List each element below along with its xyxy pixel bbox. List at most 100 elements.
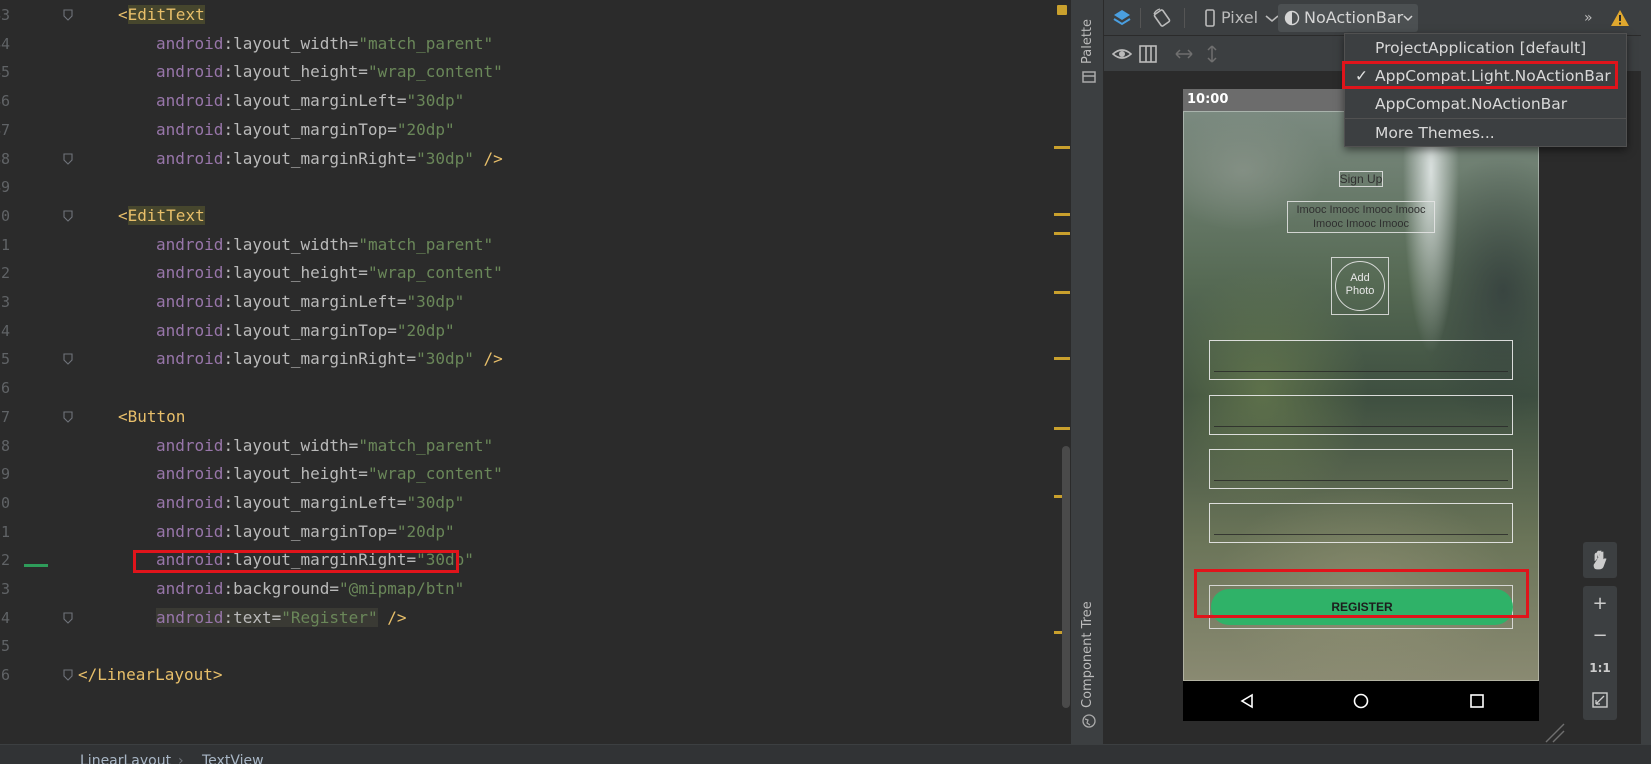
code-line[interactable]: 47 android:layout_marginTop="20dp": [0, 116, 1060, 145]
inspection-status-icon[interactable]: [1057, 5, 1067, 15]
code-line[interactable]: 45 android:layout_height="wrap_content": [0, 58, 1060, 87]
code-line[interactable]: 56: [0, 374, 1060, 403]
zoom-in-button[interactable]: +: [1583, 588, 1617, 620]
code-line[interactable]: 54 android:layout_marginTop="20dp": [0, 317, 1060, 346]
stripe-warning-mark[interactable]: [1054, 146, 1070, 149]
preview-edittext[interactable]: [1209, 503, 1513, 543]
code-token: =: [348, 33, 359, 53]
line-number: 56: [0, 379, 11, 398]
line-number: 62: [0, 551, 11, 570]
code-line[interactable]: 46 android:layout_marginLeft="30dp": [0, 87, 1060, 116]
editor-scrollbar[interactable]: [1062, 446, 1070, 708]
zoom-to-fit-icon[interactable]: [1592, 692, 1608, 708]
code-token: android: [156, 521, 224, 541]
warning-icon[interactable]: [1610, 8, 1630, 28]
fold-icon[interactable]: [62, 210, 74, 222]
fold-icon[interactable]: [62, 411, 74, 423]
fold-icon[interactable]: [62, 9, 74, 21]
stripe-warning-mark[interactable]: [1054, 357, 1070, 360]
code-token: android: [156, 292, 224, 311]
code-content: android:layout_marginTop="20dp": [156, 317, 455, 346]
code-token: "20dp": [396, 521, 455, 541]
code-token: :background: [223, 579, 330, 598]
code-line[interactable]: 63 android:background="@mipmap/btn": [0, 575, 1060, 604]
code-token: :layout_marginLeft: [223, 91, 397, 111]
theme-option-project-default[interactable]: ProjectApplication [default]: [1345, 34, 1626, 62]
code-token: />: [473, 148, 503, 168]
code-token: />: [377, 607, 407, 627]
code-line[interactable]: 52 android:layout_height="wrap_content": [0, 259, 1060, 288]
resize-handle-icon[interactable]: [1544, 722, 1566, 744]
breadcrumb-item-textview[interactable]: TextView: [202, 753, 264, 764]
code-line[interactable]: 53 android:layout_marginLeft="30dp": [0, 288, 1060, 317]
breadcrumb-item-linearlayout[interactable]: LinearLayout: [80, 753, 171, 764]
fold-icon[interactable]: [62, 669, 74, 681]
code-line[interactable]: 51 android:layout_width="match_parent": [0, 231, 1060, 260]
line-number: 49: [0, 178, 11, 197]
eye-icon[interactable]: [1112, 44, 1132, 64]
line-number: 50: [0, 206, 11, 225]
stripe-warning-mark[interactable]: [1054, 291, 1070, 294]
code-line[interactable]: 59 android:layout_height="wrap_content": [0, 460, 1060, 489]
theme-option-appcompat-light-noactionbar[interactable]: ✓ AppCompat.Light.NoActionBar: [1345, 62, 1626, 90]
code-line[interactable]: 48 android:layout_marginRight="30dp" />: [0, 145, 1060, 174]
line-number: 44: [0, 34, 11, 53]
code-line[interactable]: 44 android:layout_width="match_parent": [0, 30, 1060, 59]
line-number: 52: [0, 264, 11, 283]
code-token: "match_parent": [358, 234, 494, 254]
code-token: android: [156, 234, 224, 254]
code-line[interactable]: 49: [0, 173, 1060, 202]
resize-horizontal-icon[interactable]: [1174, 44, 1194, 64]
code-token: android: [156, 550, 224, 570]
code-editor[interactable]: 43<EditText44android:layout_width="match…: [0, 0, 1070, 744]
preview-description[interactable]: Imooc Imooc Imooc Imooc Imooc Imooc Imoo…: [1283, 203, 1439, 231]
nav-back-icon: [1240, 693, 1253, 709]
theme-option-appcompat-noactionbar[interactable]: AppCompat.NoActionBar: [1345, 90, 1626, 118]
code-line[interactable]: 62 android:layout_marginRight="30dp": [0, 546, 1060, 575]
preview-edittext[interactable]: [1209, 340, 1513, 380]
zoom-out-button[interactable]: −: [1583, 620, 1617, 652]
code-line[interactable]: 64 android:text="Register" />: [0, 604, 1060, 633]
code-line[interactable]: 43 <EditText: [0, 1, 1060, 30]
hand-icon[interactable]: [1591, 550, 1609, 570]
code-line[interactable]: 57 <Button: [0, 403, 1060, 432]
theme-selector-button[interactable]: NoActionBar: [1278, 4, 1418, 32]
register-button[interactable]: REGISTER: [1211, 589, 1513, 625]
code-line[interactable]: 65: [0, 632, 1060, 661]
code-line[interactable]: 66 </LinearLayout>: [0, 661, 1060, 690]
stripe-warning-mark[interactable]: [1054, 427, 1070, 430]
code-token: =: [406, 148, 417, 168]
code-line[interactable]: 61 android:layout_marginTop="20dp": [0, 518, 1060, 547]
code-line[interactable]: 55 android:layout_marginRight="30dp" />: [0, 345, 1060, 374]
preview-edittext[interactable]: [1209, 395, 1513, 435]
code-line[interactable]: 58 android:layout_width="match_parent": [0, 432, 1060, 461]
layers-icon[interactable]: [1112, 8, 1132, 28]
line-number: 60: [0, 493, 11, 512]
preview-title[interactable]: Sign Up: [1323, 171, 1399, 187]
fold-icon[interactable]: [62, 612, 74, 624]
palette-tab[interactable]: Palette: [1080, 19, 1095, 64]
design-toolbar: Pixel 30 NoActionBar »: [1104, 0, 1641, 36]
fold-icon[interactable]: [62, 152, 74, 165]
orientation-icon[interactable]: [1152, 8, 1172, 28]
blueprint-icon[interactable]: [1138, 44, 1158, 64]
component-tree-tab[interactable]: Component Tree: [1080, 601, 1095, 708]
toolbar-overflow-button[interactable]: »: [1584, 0, 1593, 36]
line-number: 45: [0, 63, 11, 82]
code-line[interactable]: 60 android:layout_marginLeft="30dp": [0, 489, 1060, 518]
preview-edittext[interactable]: [1209, 449, 1513, 489]
actual-size-button[interactable]: 1:1: [1583, 652, 1617, 684]
code-content: <EditText: [118, 202, 205, 231]
stripe-warning-mark[interactable]: [1054, 213, 1070, 216]
device-selector[interactable]: Pixel: [1221, 0, 1258, 36]
code-line[interactable]: 50 <EditText: [0, 202, 1060, 231]
theme-option-more-themes[interactable]: More Themes...: [1345, 119, 1626, 147]
device-preview[interactable]: 10:00 Sign Up Imooc Imooc Imooc Imooc Im…: [1183, 89, 1539, 721]
line-number: 46: [0, 92, 11, 111]
line-number: 61: [0, 522, 11, 541]
edittext-underline: [1214, 480, 1508, 481]
line-number: 53: [0, 293, 11, 311]
fold-icon[interactable]: [62, 353, 74, 366]
resize-vertical-icon[interactable]: [1202, 44, 1222, 64]
stripe-warning-mark[interactable]: [1054, 232, 1070, 235]
